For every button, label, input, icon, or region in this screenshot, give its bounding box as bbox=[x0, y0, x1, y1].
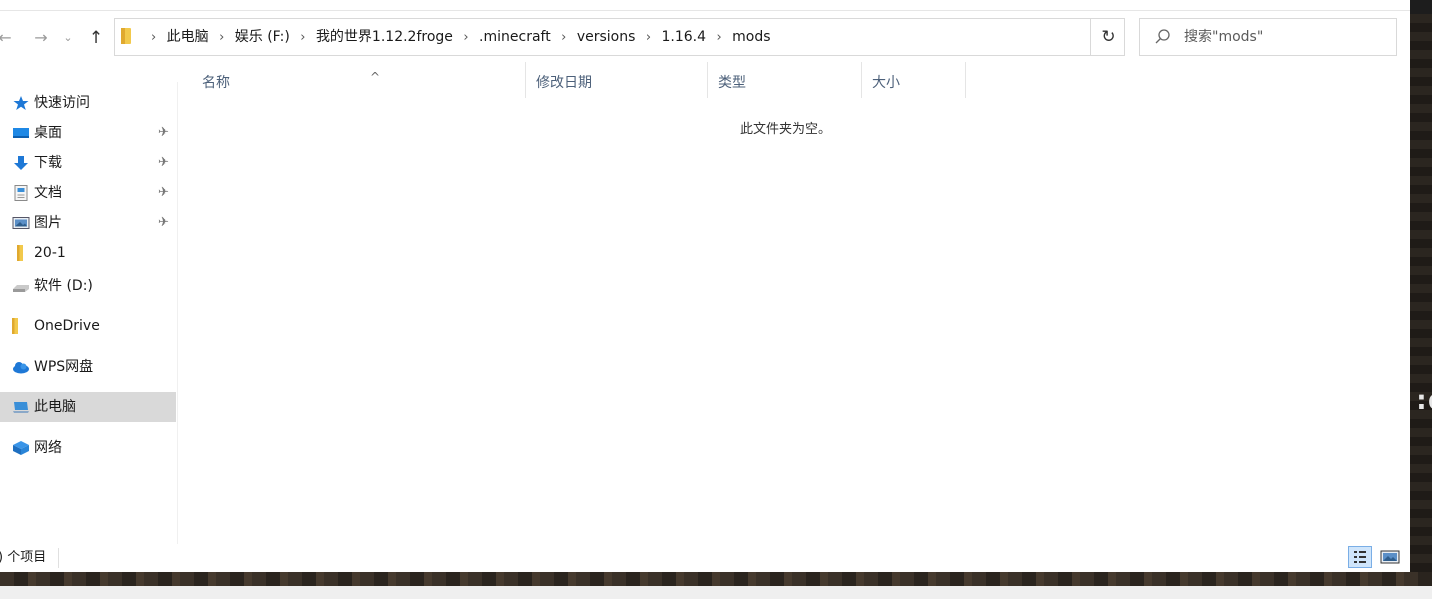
column-header-label: 修改日期 bbox=[536, 75, 592, 91]
background-game-edge bbox=[1410, 0, 1432, 14]
details-view-button[interactable] bbox=[1348, 546, 1372, 568]
breadcrumb-item-versions[interactable]: versions bbox=[577, 29, 636, 45]
breadcrumb-item-mods[interactable]: mods bbox=[732, 29, 770, 45]
sidebar-item-label: 桌面 bbox=[34, 125, 62, 141]
up-button[interactable]: ↑ bbox=[86, 18, 106, 58]
sidebar-item-label: 图片 bbox=[34, 215, 62, 231]
breadcrumb-separator: › bbox=[716, 30, 722, 45]
status-bar: ) 个项目 bbox=[0, 544, 1410, 572]
status-divider bbox=[58, 548, 59, 568]
background-game-text: :é bbox=[1413, 383, 1432, 416]
sidebar-item-label: 软件 (D:) bbox=[34, 278, 93, 294]
pin-icon[interactable]: ✈ bbox=[158, 148, 169, 178]
sidebar-item-label: 文档 bbox=[34, 185, 62, 201]
folder-icon bbox=[17, 245, 23, 261]
details-view-icon bbox=[1354, 551, 1366, 563]
sidebar-item-pictures[interactable]: 图片 ✈ bbox=[0, 208, 176, 238]
breadcrumb-item-this-pc[interactable]: 此电脑 bbox=[167, 29, 209, 45]
column-header-size[interactable]: 大小 bbox=[864, 62, 966, 98]
breadcrumb-item-version[interactable]: 1.16.4 bbox=[662, 29, 707, 45]
empty-folder-message: 此文件夹为空。 bbox=[740, 122, 832, 137]
folder-icon bbox=[12, 318, 18, 334]
cloud-icon bbox=[13, 362, 29, 374]
large-icons-view-icon bbox=[1380, 550, 1400, 564]
column-header-name[interactable]: 名称 ^ bbox=[194, 62, 526, 98]
sidebar-item-drive-d[interactable]: 软件 (D:) bbox=[0, 271, 176, 301]
star-icon bbox=[13, 96, 29, 110]
column-header-date-modified[interactable]: 修改日期 bbox=[528, 62, 708, 98]
download-icon bbox=[14, 156, 28, 170]
sidebar-item-label: 20-1 bbox=[34, 245, 66, 261]
breadcrumb-separator: › bbox=[151, 30, 157, 45]
column-header-row: 名称 ^ 修改日期 类型 大小 bbox=[178, 62, 978, 98]
pin-icon[interactable]: ✈ bbox=[158, 208, 169, 238]
column-header-type[interactable]: 类型 bbox=[710, 62, 862, 98]
screen-bottom-edge bbox=[0, 586, 1432, 599]
pin-icon[interactable]: ✈ bbox=[158, 118, 169, 148]
breadcrumb-separator: › bbox=[300, 30, 306, 45]
breadcrumb-separator: › bbox=[561, 30, 567, 45]
address-bar[interactable]: › 此电脑 › 娱乐 (F:) › 我的世界1.12.2froge › .min… bbox=[114, 18, 1193, 56]
sidebar-item-label: 下载 bbox=[34, 155, 62, 171]
computer-icon bbox=[13, 402, 29, 413]
pictures-icon bbox=[12, 217, 30, 229]
sidebar-item-label: 快速访问 bbox=[34, 95, 90, 111]
search-input[interactable] bbox=[1184, 19, 1384, 55]
pin-icon[interactable]: ✈ bbox=[158, 178, 169, 208]
desktop-icon bbox=[13, 128, 29, 138]
breadcrumb-separator: › bbox=[219, 30, 225, 45]
breadcrumb-item-drive-f[interactable]: 娱乐 (F:) bbox=[235, 29, 290, 45]
sort-ascending-icon: ^ bbox=[370, 70, 381, 84]
back-button[interactable]: ← bbox=[0, 18, 16, 58]
sidebar-item-label: 此电脑 bbox=[34, 399, 76, 415]
document-icon bbox=[14, 185, 28, 201]
background-game-window bbox=[1410, 0, 1432, 599]
sidebar-item-label: OneDrive bbox=[34, 318, 100, 334]
navigation-pane: 快速访问 桌面 ✈ 下载 ✈ 文档 ✈ 图片 ✈ 20-1 软件 (D:) On… bbox=[0, 82, 178, 544]
breadcrumb-item-dot-minecraft[interactable]: .minecraft bbox=[479, 29, 551, 45]
large-icons-view-button[interactable] bbox=[1378, 546, 1402, 568]
refresh-button[interactable]: ↻ bbox=[1090, 18, 1126, 56]
sidebar-item-folder-20-1[interactable]: 20-1 bbox=[0, 238, 176, 268]
file-explorer-window: ← → ⌄ ↑ › 此电脑 › 娱乐 (F:) › 我的世界1.12.2frog… bbox=[0, 0, 1410, 572]
breadcrumb-item-minecraft-folder[interactable]: 我的世界1.12.2froge bbox=[316, 29, 453, 45]
sidebar-item-label: 网络 bbox=[34, 440, 62, 456]
breadcrumb: › 此电脑 › 娱乐 (F:) › 我的世界1.12.2froge › .min… bbox=[145, 19, 771, 55]
search-icon bbox=[1155, 29, 1170, 44]
drive-icon bbox=[13, 285, 29, 292]
sidebar-item-quick-access[interactable]: 快速访问 bbox=[0, 88, 176, 118]
item-count: ) 个项目 bbox=[0, 550, 47, 565]
column-header-label: 类型 bbox=[718, 75, 746, 91]
sidebar-item-wps-cloud[interactable]: WPS网盘 bbox=[0, 352, 176, 382]
sidebar-item-this-pc[interactable]: 此电脑 bbox=[0, 392, 176, 422]
sidebar-item-label: WPS网盘 bbox=[34, 359, 94, 375]
sidebar-item-downloads[interactable]: 下载 ✈ bbox=[0, 148, 176, 178]
forward-button[interactable]: → bbox=[30, 18, 52, 58]
column-header-label: 大小 bbox=[872, 75, 900, 91]
breadcrumb-separator: › bbox=[645, 30, 652, 45]
recent-locations-button[interactable]: ⌄ bbox=[60, 18, 76, 58]
sidebar-item-desktop[interactable]: 桌面 ✈ bbox=[0, 118, 176, 148]
breadcrumb-separator: › bbox=[463, 30, 469, 45]
window-top-edge bbox=[0, 0, 1410, 11]
network-icon bbox=[13, 441, 29, 455]
sidebar-item-documents[interactable]: 文档 ✈ bbox=[0, 178, 176, 208]
search-box[interactable] bbox=[1139, 18, 1397, 56]
column-header-label: 名称 bbox=[202, 75, 230, 91]
sidebar-item-onedrive[interactable]: OneDrive bbox=[0, 311, 176, 341]
sidebar-item-network[interactable]: 网络 bbox=[0, 433, 176, 463]
navigation-bar: ← → ⌄ ↑ › 此电脑 › 娱乐 (F:) › 我的世界1.12.2frog… bbox=[0, 18, 1410, 58]
folder-icon bbox=[121, 28, 131, 44]
